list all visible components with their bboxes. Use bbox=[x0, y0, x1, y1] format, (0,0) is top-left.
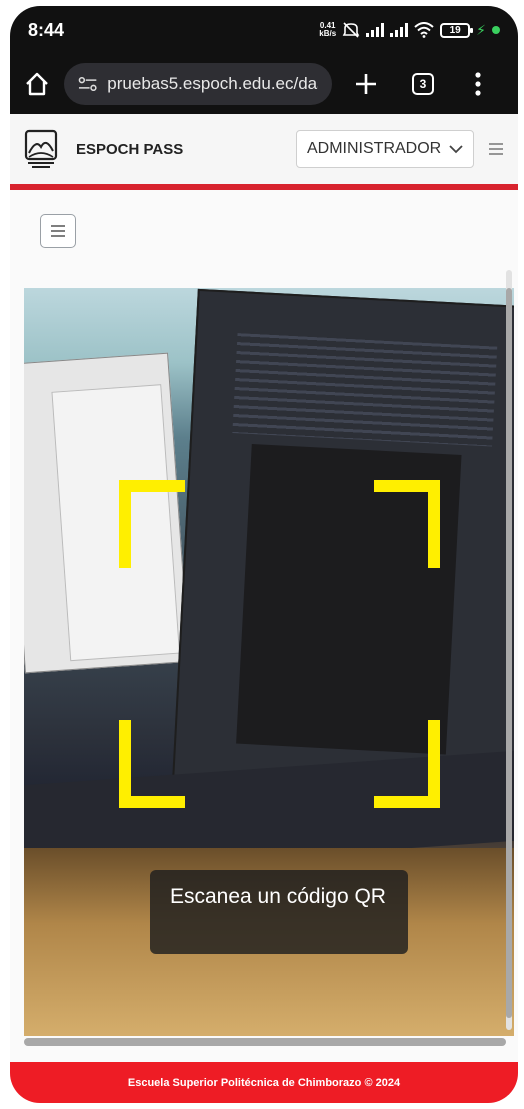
browser-toolbar: pruebas5.espoch.edu.ec/das 3 bbox=[10, 54, 518, 114]
hamburger-icon bbox=[51, 225, 65, 237]
home-icon[interactable] bbox=[24, 71, 50, 97]
signal-icon bbox=[366, 23, 385, 37]
site-settings-icon[interactable] bbox=[78, 76, 97, 92]
tab-switcher-button[interactable]: 3 bbox=[412, 73, 434, 95]
plus-icon[interactable] bbox=[354, 72, 378, 96]
hamburger-icon[interactable] bbox=[488, 142, 504, 156]
camera-background-monitor bbox=[170, 288, 514, 828]
header-divider bbox=[10, 184, 518, 190]
url-text: pruebas5.espoch.edu.ec/das bbox=[107, 74, 318, 93]
scan-frame-corner-top-left bbox=[119, 480, 185, 568]
chevron-down-icon bbox=[449, 145, 463, 154]
status-time: 8:44 bbox=[28, 19, 65, 40]
app-header: ESPOCH PASS ADMINISTRADOR bbox=[10, 114, 518, 184]
scan-frame-corner-top-right bbox=[374, 480, 440, 568]
sidebar-toggle-button[interactable] bbox=[40, 214, 76, 248]
scan-frame-corner-bottom-right bbox=[374, 720, 440, 808]
wifi-icon bbox=[414, 22, 434, 38]
status-bar: 8:44 0.41 kB/s 19 ⚡ bbox=[10, 6, 518, 54]
phone-screen: 8:44 0.41 kB/s 19 ⚡ pruebas5.espoch.edu.… bbox=[10, 6, 518, 1103]
footer-text: Escuela Superior Politécnica de Chimbora… bbox=[127, 1076, 401, 1089]
espoch-logo-icon[interactable] bbox=[24, 129, 58, 169]
brand-name: ESPOCH PASS bbox=[76, 140, 184, 158]
qr-camera-view[interactable]: Escanea un código QR bbox=[24, 288, 514, 1036]
mute-icon bbox=[342, 22, 360, 38]
charging-icon: ⚡ bbox=[476, 21, 486, 38]
page-footer: Escuela Superior Politécnica de Chimbora… bbox=[10, 1062, 518, 1103]
network-speed: 0.41 kB/s bbox=[319, 21, 337, 38]
more-vert-icon[interactable] bbox=[474, 71, 482, 97]
horizontal-scrollbar[interactable] bbox=[24, 1038, 506, 1046]
vertical-scrollbar-thumb[interactable] bbox=[506, 288, 512, 1018]
role-select-value: ADMINISTRADOR bbox=[307, 140, 442, 157]
role-select[interactable]: ADMINISTRADOR bbox=[296, 130, 474, 168]
address-bar[interactable]: pruebas5.espoch.edu.ec/das bbox=[64, 63, 332, 105]
status-icons: 0.41 kB/s 19 ⚡ bbox=[319, 22, 500, 39]
scan-hint-tooltip: Escanea un código QR bbox=[150, 870, 408, 954]
battery-icon: 19 bbox=[440, 22, 474, 38]
notification-dot-icon bbox=[492, 26, 500, 34]
scan-frame-corner-bottom-left bbox=[119, 720, 185, 808]
signal-icon-2 bbox=[390, 23, 409, 37]
